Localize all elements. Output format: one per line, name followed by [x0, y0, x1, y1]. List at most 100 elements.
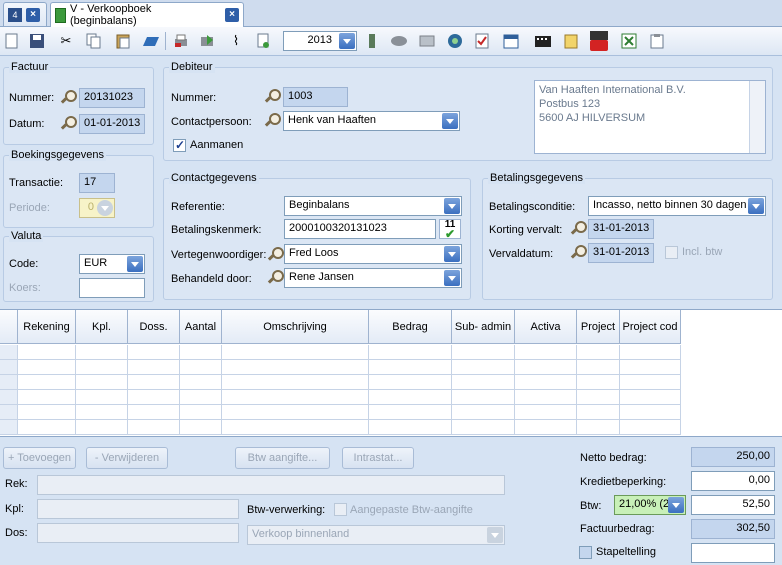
- grid-cell[interactable]: [180, 360, 222, 375]
- grid-cell[interactable]: [515, 405, 577, 420]
- grid-cell[interactable]: [128, 360, 180, 375]
- video-icon[interactable]: [533, 31, 553, 51]
- grid-cell[interactable]: [222, 345, 369, 360]
- grid-cell[interactable]: [620, 345, 681, 360]
- behandeld-door-select[interactable]: Rene Jansen: [284, 268, 462, 288]
- address-box[interactable]: Van Haaften International B.V. Postbus 1…: [534, 80, 766, 154]
- grid-cell[interactable]: [222, 405, 369, 420]
- grid-cell[interactable]: [128, 375, 180, 390]
- grid-cell[interactable]: [577, 420, 620, 435]
- grid-cell[interactable]: [620, 420, 681, 435]
- copy-icon[interactable]: [84, 31, 104, 51]
- transactie-field[interactable]: 17: [79, 173, 115, 193]
- row-header[interactable]: [0, 360, 18, 375]
- search-icon[interactable]: [265, 113, 281, 127]
- grid-cell[interactable]: [452, 405, 515, 420]
- grid-cell[interactable]: [18, 420, 76, 435]
- grid-cell[interactable]: [577, 390, 620, 405]
- grid-cell[interactable]: [128, 390, 180, 405]
- grid-cell[interactable]: [452, 390, 515, 405]
- search-icon[interactable]: [571, 245, 587, 259]
- clipboard-icon[interactable]: [647, 31, 667, 51]
- scrollbar[interactable]: [749, 81, 765, 153]
- column-header[interactable]: Kpl.: [76, 310, 128, 344]
- check-kenmerk-button[interactable]: 11 ✔: [439, 219, 461, 240]
- stapeltelling-checkbox[interactable]: [579, 546, 592, 559]
- column-header[interactable]: Activa: [515, 310, 577, 344]
- calendar-icon[interactable]: [501, 31, 521, 51]
- kredietbeperking-field[interactable]: 0,00: [691, 471, 775, 491]
- globe-icon[interactable]: [445, 31, 465, 51]
- grid-cell[interactable]: [128, 345, 180, 360]
- grid-cell[interactable]: [180, 375, 222, 390]
- card-icon[interactable]: [417, 31, 437, 51]
- grid-cell[interactable]: [577, 360, 620, 375]
- grid-cell[interactable]: [620, 360, 681, 375]
- notes-icon[interactable]: [561, 31, 581, 51]
- column-header[interactable]: Rekening: [18, 310, 76, 344]
- tab-verkoopboek[interactable]: V - Verkoopboek (beginbalans) ×: [50, 2, 244, 27]
- grid-cell[interactable]: [577, 405, 620, 420]
- grid-cell[interactable]: [452, 375, 515, 390]
- new-document-icon[interactable]: [2, 31, 22, 51]
- grid-cell[interactable]: [180, 390, 222, 405]
- attach-icon[interactable]: ⌇: [226, 31, 246, 51]
- rek-field[interactable]: [37, 475, 505, 495]
- grid-cell[interactable]: [577, 345, 620, 360]
- grid-cell[interactable]: [620, 405, 681, 420]
- checklist-icon[interactable]: [472, 31, 492, 51]
- search-icon[interactable]: [61, 90, 77, 104]
- btw-verwerking-select[interactable]: Verkoop binnenland: [247, 525, 505, 545]
- column-header[interactable]: Aantal: [180, 310, 222, 344]
- betalingsconditie-select[interactable]: Incasso, netto binnen 30 dagen: [588, 196, 766, 216]
- search-icon[interactable]: [265, 89, 281, 103]
- grid-cell[interactable]: [18, 375, 76, 390]
- column-header[interactable]: Bedrag: [369, 310, 452, 344]
- grid-cell[interactable]: [452, 420, 515, 435]
- grid-cell[interactable]: [18, 360, 76, 375]
- grid-cell[interactable]: [369, 345, 452, 360]
- document-add-icon[interactable]: [253, 31, 273, 51]
- grid-cell[interactable]: [76, 405, 128, 420]
- stapeltelling-field[interactable]: [691, 543, 775, 563]
- grid-cell[interactable]: [222, 375, 369, 390]
- contactpersoon-select[interactable]: Henk van Haaften: [283, 111, 460, 131]
- close-icon[interactable]: ×: [225, 8, 239, 22]
- btw-code-select[interactable]: 21,00% (2): [614, 495, 686, 515]
- aangepaste-btw-checkbox[interactable]: [334, 503, 347, 516]
- excel-icon[interactable]: [619, 31, 639, 51]
- search-icon[interactable]: [268, 270, 284, 284]
- korting-vervalt-field[interactable]: 31-01-2013: [588, 219, 654, 239]
- referentie-select[interactable]: Beginbalans: [284, 196, 462, 216]
- grid-cell[interactable]: [369, 405, 452, 420]
- cut-icon[interactable]: ✂: [56, 31, 76, 51]
- factuur-nummer-field[interactable]: 20131023: [79, 88, 145, 108]
- grid-cell[interactable]: [515, 360, 577, 375]
- grid-cell[interactable]: [76, 375, 128, 390]
- grid-cell[interactable]: [369, 420, 452, 435]
- grid-cell[interactable]: [18, 345, 76, 360]
- row-header[interactable]: [0, 345, 18, 360]
- vertegenwoordiger-select[interactable]: Fred Loos: [284, 244, 462, 264]
- column-header[interactable]: Doss.: [128, 310, 180, 344]
- close-icon[interactable]: ×: [26, 7, 40, 22]
- column-header[interactable]: Project cod: [620, 310, 681, 344]
- grid-cell[interactable]: [76, 390, 128, 405]
- valuta-code-select[interactable]: EUR: [79, 254, 145, 274]
- grid-cell[interactable]: [515, 390, 577, 405]
- grid-cell[interactable]: [222, 360, 369, 375]
- search-icon[interactable]: [571, 221, 587, 235]
- grid-cell[interactable]: [76, 420, 128, 435]
- row-header[interactable]: [0, 375, 18, 390]
- row-header[interactable]: [0, 390, 18, 405]
- search-icon[interactable]: [268, 247, 284, 261]
- export-icon[interactable]: [197, 31, 217, 51]
- aanmanen-checkbox[interactable]: [173, 138, 186, 152]
- grid-cell[interactable]: [369, 390, 452, 405]
- kpl-field[interactable]: [37, 499, 239, 519]
- print-icon[interactable]: [171, 31, 191, 51]
- grid-cell[interactable]: [128, 405, 180, 420]
- grid-cell[interactable]: [18, 405, 76, 420]
- grid-cell[interactable]: [76, 345, 128, 360]
- grid-cell[interactable]: [452, 345, 515, 360]
